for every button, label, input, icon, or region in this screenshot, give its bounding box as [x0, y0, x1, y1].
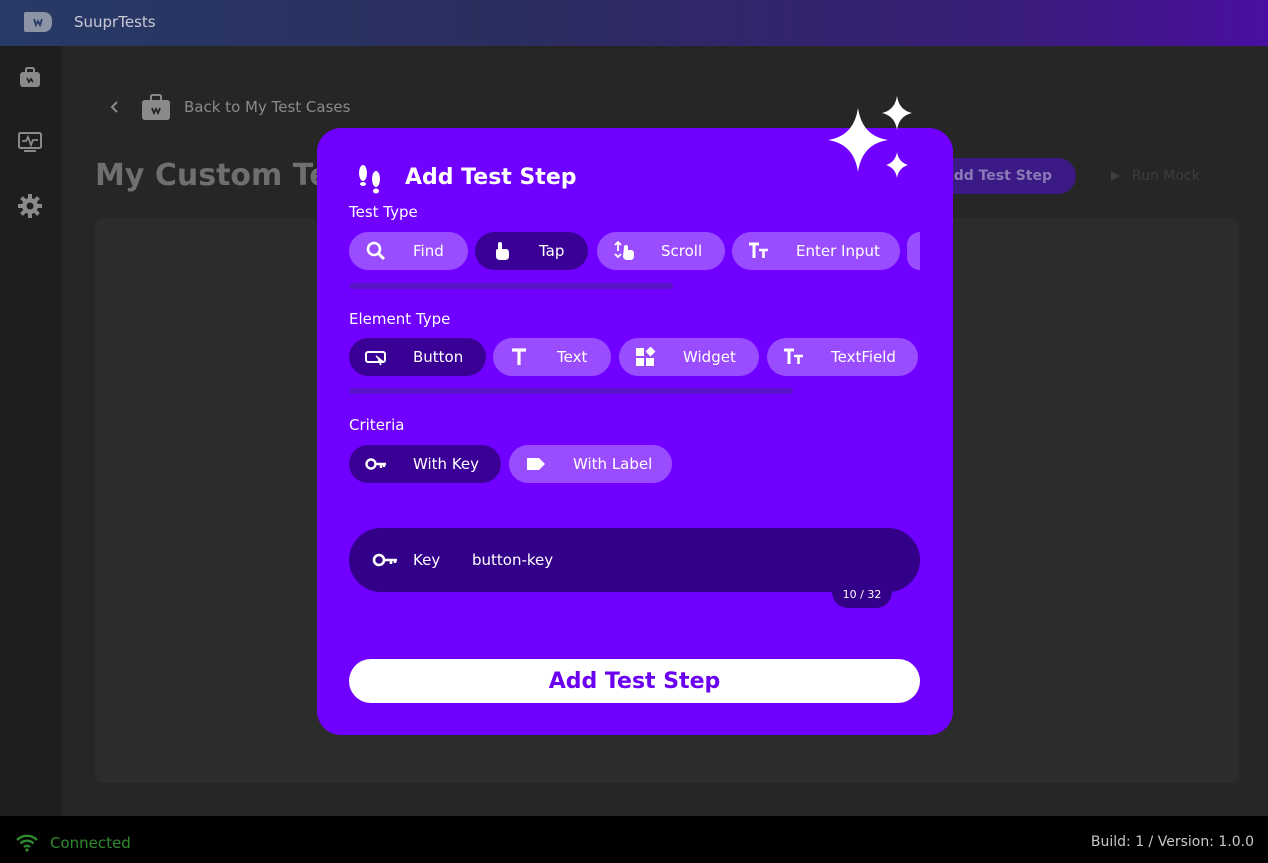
chip-label: Find: [413, 242, 444, 260]
tap-icon: [496, 242, 509, 260]
key-field-label: Key: [413, 551, 441, 569]
top-bar: SuuprTests: [0, 0, 1268, 46]
chip-label: Widget: [683, 348, 736, 366]
wifi-icon: [16, 834, 38, 852]
build-version: Build: 1 / Version: 1.0.0: [1090, 834, 1254, 850]
chip-label: Tap: [539, 242, 565, 260]
run-mock-label: Run Mock: [1132, 168, 1200, 184]
app-title: SuuprTests: [74, 13, 156, 31]
dialog-title: Add Test Step: [405, 165, 577, 190]
character-counter: 10 / 32: [832, 578, 892, 608]
chip-with-label[interactable]: With Label: [509, 445, 672, 483]
chip-label: TextField: [831, 348, 896, 366]
search-icon: [366, 241, 386, 261]
app-logo-icon: [24, 12, 52, 32]
test-cases-icon[interactable]: [16, 64, 44, 92]
submit-add-test-step-button[interactable]: Add Test Step: [349, 659, 920, 703]
test-type-label: Test Type: [349, 203, 418, 221]
chip-enter-input[interactable]: Enter Input: [732, 232, 900, 270]
key-input[interactable]: button-key: [472, 551, 812, 569]
criteria-label: Criteria: [349, 416, 405, 434]
button-icon: [365, 351, 386, 366]
chip-find[interactable]: Find: [349, 232, 468, 270]
widgets-icon: [636, 347, 656, 366]
add-test-step-label: Add Test Step: [942, 168, 1052, 184]
connection-status: Connected: [50, 834, 131, 852]
submit-label: Add Test Step: [548, 668, 721, 694]
key-icon: [372, 553, 397, 567]
element-type-label: Element Type: [349, 310, 451, 328]
footsteps-icon: [359, 165, 380, 194]
scroll-icon: [614, 241, 634, 260]
chip-widget[interactable]: Widget: [619, 338, 759, 376]
key-icon: [365, 458, 386, 470]
chip-tap[interactable]: Tap: [475, 232, 588, 270]
gear-icon[interactable]: [16, 192, 44, 220]
back-label: Back to My Test Cases: [184, 98, 351, 116]
chip-scroll[interactable]: Scroll: [597, 232, 725, 270]
chevron-left-icon: [110, 101, 118, 113]
monitor-icon[interactable]: [16, 128, 44, 156]
text-size-icon: [784, 348, 803, 364]
briefcase-icon: [142, 94, 170, 120]
chip-with-key[interactable]: With Key: [349, 445, 501, 483]
element-type-scrollbar[interactable]: [349, 388, 793, 394]
text-size-icon: [749, 242, 768, 258]
status-bar: [0, 816, 1268, 863]
back-link[interactable]: Back to My Test Cases: [108, 92, 350, 122]
chip-label: Enter Input: [796, 242, 880, 260]
test-type-scrollbar[interactable]: [349, 283, 673, 289]
chip-label: With Label: [573, 455, 653, 473]
chip-label: Scroll: [661, 242, 703, 260]
chip-text[interactable]: Text: [493, 338, 611, 376]
chip-label: Button: [413, 348, 464, 366]
chip-overflow[interactable]: [907, 232, 920, 270]
run-mock-button[interactable]: Run Mock: [1108, 158, 1238, 194]
sparkles-icon: [828, 96, 912, 178]
label-icon: [527, 458, 545, 470]
text-icon: [512, 348, 526, 365]
chip-label: With Key: [413, 455, 480, 473]
chip-textfield[interactable]: TextField: [767, 338, 918, 376]
chip-button[interactable]: Button: [349, 338, 486, 376]
sidebar: [0, 46, 62, 816]
chip-label: Text: [557, 348, 588, 366]
play-icon: [1111, 171, 1120, 181]
